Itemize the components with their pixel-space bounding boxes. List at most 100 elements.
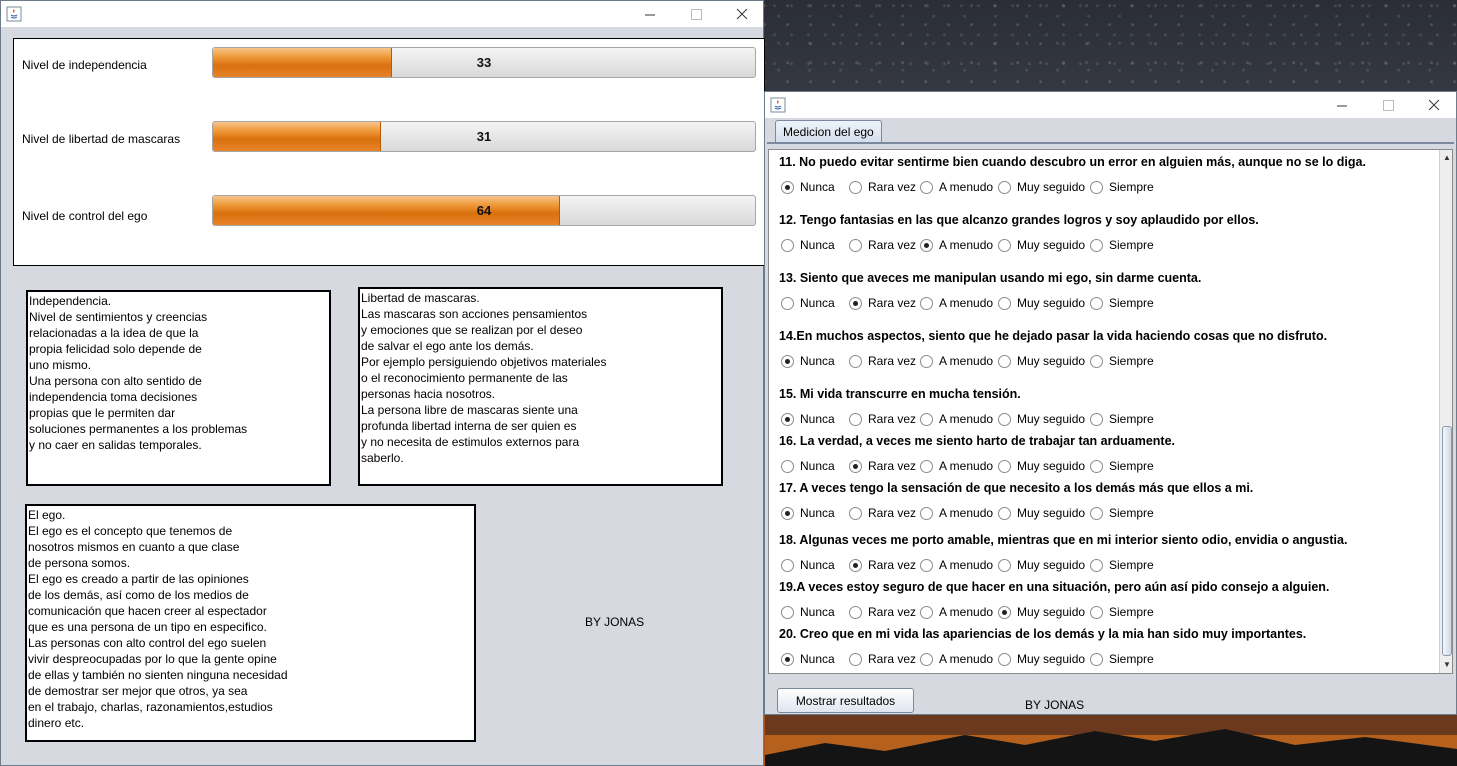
maximize-button[interactable]	[673, 1, 719, 27]
radio-icon[interactable]	[781, 354, 794, 368]
radio-option[interactable]: Siempre	[1090, 411, 1154, 427]
radio-icon[interactable]	[781, 652, 794, 666]
radio-icon[interactable]	[920, 652, 933, 666]
close-button[interactable]	[719, 1, 765, 27]
independencia-description[interactable]: Independencia. Nivel de sentimientos y c…	[26, 290, 331, 486]
radio-icon[interactable]	[781, 238, 794, 252]
radio-icon[interactable]	[1090, 459, 1103, 473]
radio-option[interactable]: Muy seguido	[998, 411, 1085, 427]
radio-icon[interactable]	[849, 459, 862, 473]
radio-option[interactable]: Siempre	[1090, 353, 1154, 369]
radio-icon[interactable]	[998, 238, 1011, 252]
radio-option[interactable]: Rara vez	[849, 411, 916, 427]
radio-option[interactable]: Nunca	[781, 458, 835, 474]
radio-icon[interactable]	[781, 605, 794, 619]
radio-option[interactable]: Muy seguido	[998, 237, 1085, 253]
radio-option[interactable]: Siempre	[1090, 295, 1154, 311]
radio-icon[interactable]	[781, 459, 794, 473]
radio-option[interactable]: A menudo	[920, 458, 993, 474]
tab-medicion-del-ego[interactable]: Medicion del ego	[775, 120, 882, 143]
radio-icon[interactable]	[849, 605, 862, 619]
radio-option[interactable]: Nunca	[781, 604, 835, 620]
radio-icon[interactable]	[849, 506, 862, 520]
radio-icon[interactable]	[920, 238, 933, 252]
radio-icon[interactable]	[998, 558, 1011, 572]
radio-option[interactable]: Muy seguido	[998, 295, 1085, 311]
radio-option[interactable]: Nunca	[781, 411, 835, 427]
radio-option[interactable]: Nunca	[781, 295, 835, 311]
radio-icon[interactable]	[920, 354, 933, 368]
radio-option[interactable]: Rara vez	[849, 458, 916, 474]
radio-option[interactable]: Rara vez	[849, 651, 916, 667]
radio-icon[interactable]	[998, 459, 1011, 473]
radio-icon[interactable]	[849, 652, 862, 666]
radio-option[interactable]: Siempre	[1090, 458, 1154, 474]
radio-icon[interactable]	[920, 412, 933, 426]
radio-icon[interactable]	[998, 354, 1011, 368]
radio-icon[interactable]	[781, 506, 794, 520]
radio-option[interactable]: Nunca	[781, 505, 835, 521]
radio-option[interactable]: Siempre	[1090, 604, 1154, 620]
radio-icon[interactable]	[849, 180, 862, 194]
radio-option[interactable]: Siempre	[1090, 651, 1154, 667]
radio-icon[interactable]	[781, 412, 794, 426]
radio-icon[interactable]	[998, 412, 1011, 426]
radio-option[interactable]: A menudo	[920, 179, 993, 195]
vertical-scrollbar[interactable]: ▲ ▼	[1439, 150, 1452, 673]
radio-option[interactable]: Siempre	[1090, 179, 1154, 195]
radio-option[interactable]: Nunca	[781, 353, 835, 369]
radio-option[interactable]: Siempre	[1090, 505, 1154, 521]
radio-option[interactable]: Siempre	[1090, 557, 1154, 573]
radio-option[interactable]: Rara vez	[849, 557, 916, 573]
radio-icon[interactable]	[1090, 412, 1103, 426]
radio-icon[interactable]	[920, 605, 933, 619]
radio-option[interactable]: Nunca	[781, 179, 835, 195]
radio-icon[interactable]	[998, 506, 1011, 520]
radio-icon[interactable]	[920, 558, 933, 572]
radio-icon[interactable]	[849, 296, 862, 310]
radio-option[interactable]: A menudo	[920, 353, 993, 369]
radio-icon[interactable]	[920, 296, 933, 310]
scrollbar-thumb[interactable]	[1442, 426, 1452, 656]
libertad-description[interactable]: Libertad de mascaras. Las mascaras son a…	[358, 287, 723, 486]
radio-option[interactable]: A menudo	[920, 557, 993, 573]
close-button[interactable]	[1411, 92, 1457, 118]
radio-icon[interactable]	[781, 296, 794, 310]
radio-icon[interactable]	[1090, 354, 1103, 368]
ego-description[interactable]: El ego. El ego es el concepto que tenemo…	[25, 504, 476, 742]
radio-option[interactable]: Muy seguido	[998, 651, 1085, 667]
radio-option[interactable]: A menudo	[920, 411, 993, 427]
radio-option[interactable]: Muy seguido	[998, 604, 1085, 620]
radio-option[interactable]: Muy seguido	[998, 505, 1085, 521]
radio-icon[interactable]	[1090, 605, 1103, 619]
show-results-button[interactable]: Mostrar resultados	[777, 688, 914, 713]
scroll-up-icon[interactable]: ▲	[1440, 150, 1452, 164]
radio-icon[interactable]	[1090, 652, 1103, 666]
radio-icon[interactable]	[1090, 558, 1103, 572]
radio-icon[interactable]	[998, 296, 1011, 310]
radio-option[interactable]: Rara vez	[849, 179, 916, 195]
radio-icon[interactable]	[781, 180, 794, 194]
radio-option[interactable]: Muy seguido	[998, 458, 1085, 474]
radio-option[interactable]: Rara vez	[849, 295, 916, 311]
radio-icon[interactable]	[849, 558, 862, 572]
radio-option[interactable]: Rara vez	[849, 353, 916, 369]
radio-icon[interactable]	[1090, 506, 1103, 520]
radio-option[interactable]: Rara vez	[849, 237, 916, 253]
radio-option[interactable]: A menudo	[920, 237, 993, 253]
radio-option[interactable]: Muy seguido	[998, 353, 1085, 369]
radio-icon[interactable]	[920, 506, 933, 520]
radio-option[interactable]: Rara vez	[849, 604, 916, 620]
radio-icon[interactable]	[998, 605, 1011, 619]
radio-icon[interactable]	[998, 652, 1011, 666]
scroll-down-icon[interactable]: ▼	[1440, 657, 1452, 671]
minimize-button[interactable]	[627, 1, 673, 27]
radio-icon[interactable]	[781, 558, 794, 572]
radio-icon[interactable]	[1090, 180, 1103, 194]
radio-icon[interactable]	[920, 459, 933, 473]
radio-option[interactable]: Nunca	[781, 651, 835, 667]
radio-option[interactable]: Nunca	[781, 557, 835, 573]
radio-icon[interactable]	[998, 180, 1011, 194]
minimize-button[interactable]	[1319, 92, 1365, 118]
radio-option[interactable]: Muy seguido	[998, 179, 1085, 195]
